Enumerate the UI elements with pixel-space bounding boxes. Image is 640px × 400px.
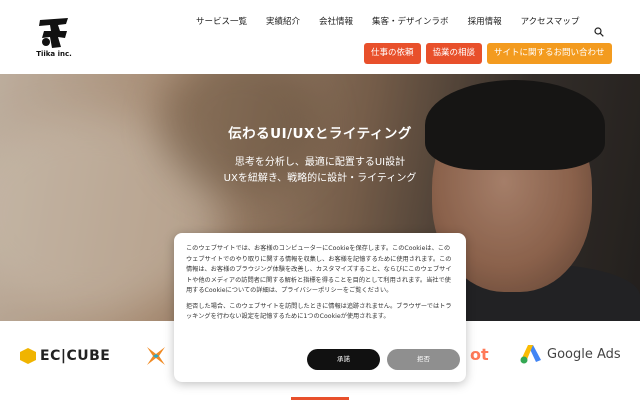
job-request-button[interactable]: 仕事の依頼 <box>364 43 421 64</box>
accept-cookies-button[interactable]: 承諾 <box>307 349 380 370</box>
hubspot-logo: ot <box>470 345 489 364</box>
decline-cookies-button[interactable]: 拒否 <box>387 349 460 370</box>
hero-subtitle: UXを紐解き、戦略的に設計・ライティング <box>223 173 417 184</box>
ec-cube-logo: EC|CUBE <box>20 348 110 364</box>
main-nav: サービス一覧 実績紹介 会社情報 集客・デザインラボ 採用情報 アクセスマップ <box>196 15 598 27</box>
cookie-consent-banner: このウェブサイトでは、お客様のコンピューターにCookieを保存します。このCo… <box>174 233 466 382</box>
logo-mark-icon <box>39 18 68 48</box>
site-inquiry-button[interactable]: サイトに関するお問い合わせ <box>487 43 612 64</box>
cookie-text: 拒否した場合、このウェブサイトを訪問したときに情報は追跡されません。ブラウザーで… <box>186 302 452 321</box>
search-icon[interactable] <box>594 22 604 37</box>
cookie-actions: 承諾 拒否 <box>307 349 460 370</box>
google-ads-text: Google Ads <box>547 346 621 362</box>
ec-cube-text: EC|CUBE <box>40 348 111 364</box>
logo-text: Tiika inc. <box>36 50 72 58</box>
site-header: Tiika inc. サービス一覧 実績紹介 会社情報 集客・デザインラボ 採用… <box>0 0 640 74</box>
nav-works[interactable]: 実績紹介 <box>266 15 300 27</box>
company-logo[interactable]: Tiika inc. <box>34 14 74 62</box>
nav-access[interactable]: アクセスマップ <box>521 15 580 27</box>
nav-design-lab[interactable]: 集客・デザインラボ <box>372 15 449 27</box>
cube-icon <box>20 348 36 364</box>
google-ads-icon <box>520 345 541 364</box>
partnership-button[interactable]: 協業の相談 <box>425 43 483 64</box>
cookie-text: このウェブサイトでは、お客様のコンピューターにCookieを保存します。このCo… <box>186 245 452 294</box>
hero-title: 伝わるUI/UXとライティング <box>228 126 412 142</box>
hero-subtitle: 思考を分析し、最適に配置するUI設計 <box>234 157 406 168</box>
nav-recruit[interactable]: 採用情報 <box>468 15 502 27</box>
nav-company[interactable]: 会社情報 <box>319 15 353 27</box>
cta-row: 仕事の依頼 協業の相談 サイトに関するお問い合わせ <box>364 43 612 64</box>
nav-services[interactable]: サービス一覧 <box>196 15 247 27</box>
bird-logo-icon <box>145 345 167 367</box>
google-ads-logo: Google Ads <box>520 344 621 364</box>
